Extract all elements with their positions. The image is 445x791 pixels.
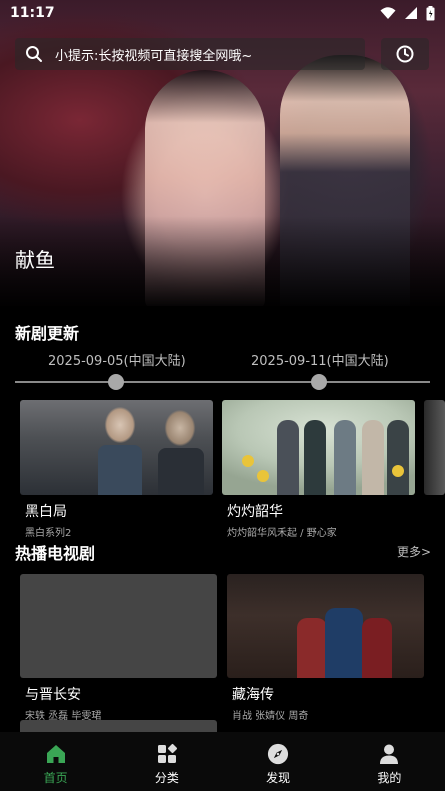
- nav-discover[interactable]: 发现: [223, 732, 334, 791]
- nav-label: 首页: [43, 771, 68, 785]
- tv-poster-placeholder: [20, 574, 217, 678]
- wifi-icon: [380, 7, 396, 19]
- drama-card-heibaiju[interactable]: 黑白局 黑白系列2: [20, 400, 213, 539]
- search-icon: [26, 46, 42, 62]
- timeline-dot-2[interactable]: [311, 374, 327, 390]
- drama-card-partial[interactable]: [424, 400, 445, 495]
- tv-title: 与晋长安: [25, 687, 81, 703]
- drama-poster: [222, 400, 415, 495]
- clock-icon: [396, 45, 414, 63]
- nav-label: 发现: [266, 771, 291, 785]
- signal-icon: [405, 7, 417, 19]
- hero-image-actor: [280, 55, 410, 306]
- drama-poster: [20, 400, 213, 495]
- nav-label: 分类: [154, 771, 179, 785]
- profile-icon: [378, 743, 400, 765]
- category-icon: [156, 743, 178, 765]
- tv-subtitle: 肖战 张婧仪 周奇: [232, 711, 309, 722]
- compass-icon: [267, 743, 289, 765]
- more-link[interactable]: 更多>: [397, 543, 431, 560]
- status-bar: 11:17: [0, 0, 445, 26]
- nav-home[interactable]: 首页: [0, 732, 111, 791]
- tv-poster: [227, 574, 424, 678]
- bottom-nav: 首页 分类 发现 我的: [0, 732, 445, 791]
- new-dramas-title: 新剧更新: [15, 324, 80, 343]
- tv-card-canghai[interactable]: 藏海传 肖战 张婧仪 周奇: [227, 574, 424, 722]
- home-icon: [45, 743, 67, 765]
- tv-card-partial[interactable]: [20, 720, 217, 732]
- search-bar[interactable]: 小提示:长按视频可直接搜全网哦~: [15, 38, 365, 70]
- nav-category[interactable]: 分类: [111, 732, 222, 791]
- timeline-line: [15, 381, 430, 383]
- drama-card-zhuozhuo[interactable]: 灼灼韶华 灼灼韶华风禾起 / 野心家: [222, 400, 415, 539]
- drama-title: 灼灼韶华: [227, 504, 283, 520]
- timeline-date-2[interactable]: 2025-09-11(中国大陆): [251, 350, 389, 369]
- drama-title: 黑白局: [25, 504, 67, 520]
- tv-title: 藏海传: [232, 687, 274, 703]
- hero-image-actress: [145, 70, 265, 306]
- search-placeholder[interactable]: 小提示:长按视频可直接搜全网哦~: [55, 45, 252, 64]
- drama-subtitle: 灼灼韶华风禾起 / 野心家: [227, 528, 337, 539]
- status-icons: [380, 5, 435, 21]
- drama-poster: [424, 400, 445, 495]
- drama-subtitle: 黑白系列2: [25, 528, 72, 539]
- nav-label: 我的: [377, 771, 402, 785]
- hot-tv-title: 热播电视剧: [15, 544, 96, 563]
- tv-card-yujin[interactable]: 与晋长安 宋轶 丞磊 毕雯珺: [20, 574, 217, 722]
- timeline-dot-1[interactable]: [108, 374, 124, 390]
- hero-title[interactable]: 献鱼: [15, 244, 55, 273]
- status-time: 11:17: [10, 5, 55, 21]
- timeline-date-1[interactable]: 2025-09-05(中国大陆): [48, 350, 186, 369]
- nav-profile[interactable]: 我的: [334, 732, 445, 791]
- history-button[interactable]: [381, 38, 429, 70]
- battery-icon: [426, 5, 435, 20]
